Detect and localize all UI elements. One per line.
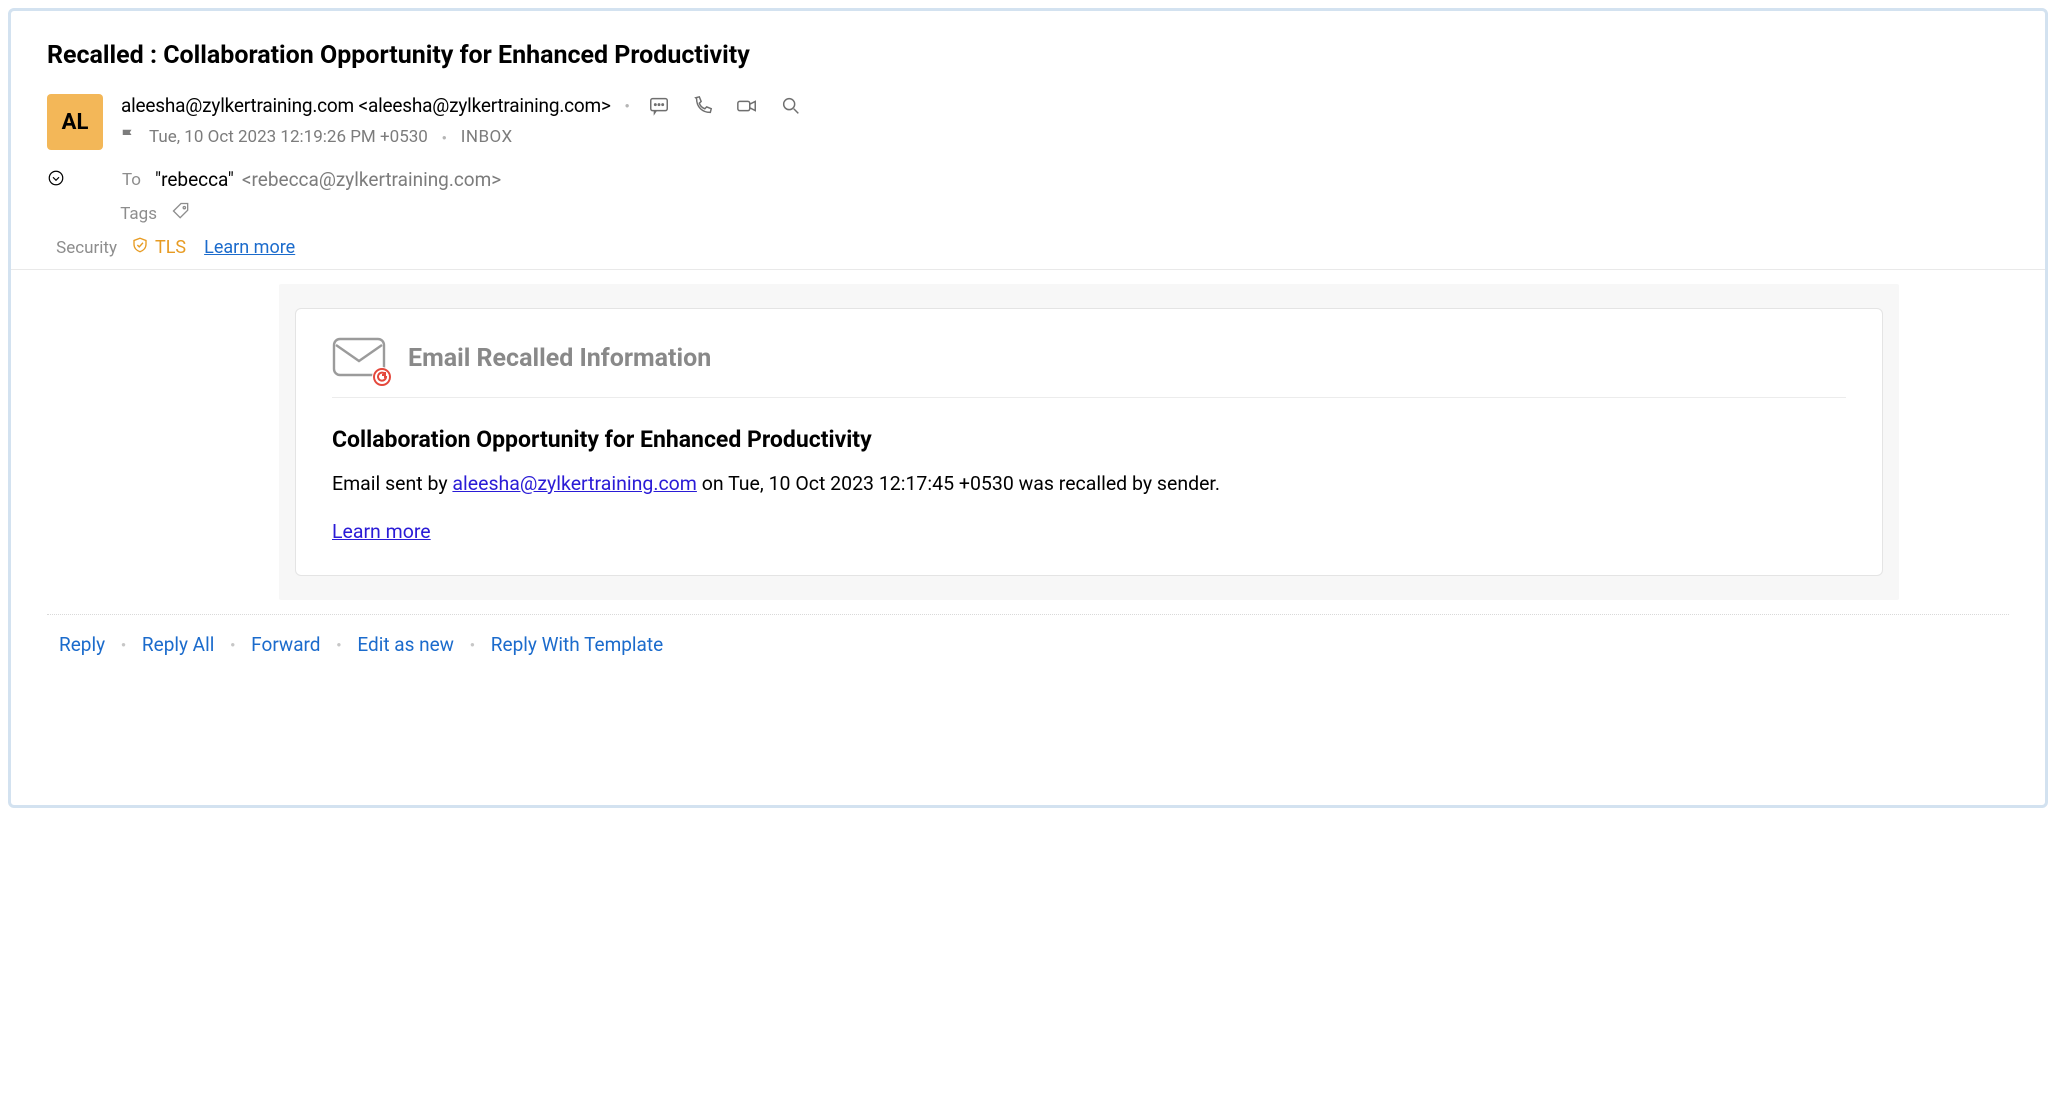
from-display: aleesha@zylkertraining.com <aleesha@zylk… [121,94,611,117]
to-row: To "rebecca"<rebecca@zylkertraining.com> [47,168,2009,191]
email-body-area: Email Recalled Information Collaboration… [279,284,1899,600]
email-details: To "rebecca"<rebecca@zylkertraining.com>… [11,150,2045,259]
chat-icon[interactable] [648,95,670,117]
envelope-recall-icon [332,337,386,379]
tags-row: Tags [47,201,2009,226]
recall-message: Email sent by aleesha@zylkertraining.com… [332,469,1846,498]
email-folder: INBOX [461,127,513,147]
reply-with-template-button[interactable]: Reply With Template [491,633,663,656]
quick-action-icons [648,95,802,117]
email-date: Tue, 10 Oct 2023 12:19:26 PM +0530 [149,127,428,147]
recall-card-title: Email Recalled Information [408,344,711,373]
email-view: Recalled : Collaboration Opportunity for… [8,8,2048,808]
reply-all-button[interactable]: Reply All [142,633,214,656]
recalled-subject: Collaboration Opportunity for Enhanced P… [332,426,1846,453]
tls-text: TLS [155,237,186,258]
edit-as-new-button[interactable]: Edit as new [357,633,454,656]
sender-avatar: AL [47,94,103,150]
call-icon[interactable] [692,95,714,117]
to-value: "rebecca"<rebecca@zylkertraining.com> [155,168,501,191]
email-header: AL aleesha@zylkertraining.com <aleesha@z… [11,94,2045,150]
security-label: Security [47,238,117,258]
tags-label: Tags [117,204,157,224]
security-row: Security TLS Learn more [47,236,2009,259]
forward-button[interactable]: Forward [251,633,320,656]
recall-card: Email Recalled Information Collaboration… [295,308,1883,576]
tag-icon[interactable] [171,201,191,226]
meta-line: Tue, 10 Oct 2023 12:19:26 PM +0530 ● INB… [121,127,2009,147]
from-line: aleesha@zylkertraining.com <aleesha@zylk… [121,94,2009,117]
flag-icon[interactable] [121,127,135,147]
to-label: To [117,170,141,190]
action-bar: Reply ● Reply All ● Forward ● Edit as ne… [11,615,2045,678]
shield-icon [131,236,149,259]
divider [11,269,2045,270]
search-icon[interactable] [780,95,802,117]
video-icon[interactable] [736,95,758,117]
recalled-sender-link[interactable]: aleesha@zylkertraining.com [452,472,696,495]
email-subject: Recalled : Collaboration Opportunity for… [11,41,2045,94]
recall-learn-more-link[interactable]: Learn more [332,520,431,543]
reply-button[interactable]: Reply [59,633,105,656]
security-learn-more-link[interactable]: Learn more [204,237,295,258]
expand-details-icon[interactable] [47,169,65,191]
